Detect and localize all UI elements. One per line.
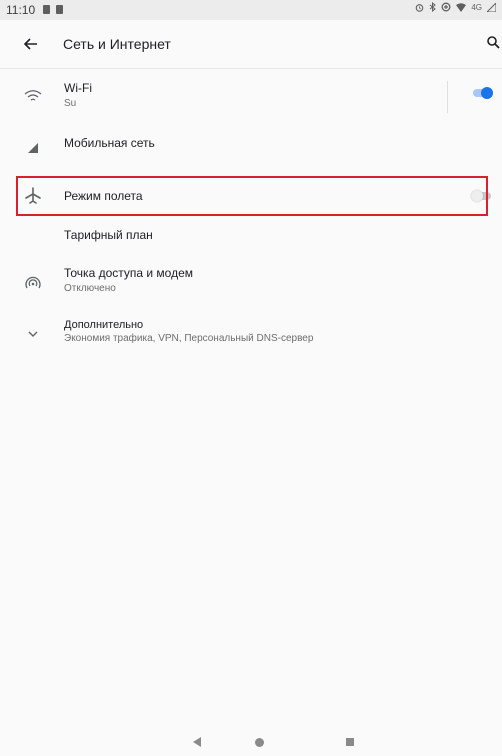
cell-signal-icon bbox=[487, 2, 496, 12]
cell-signal-icon bbox=[22, 136, 44, 158]
hotspot-status: Отключено bbox=[64, 283, 116, 294]
hotspot-title: Точка доступа и модем bbox=[64, 266, 194, 280]
wifi-network-name: Su bbox=[64, 98, 77, 109]
notification-icons bbox=[43, 5, 63, 14]
airplane-mode-title: Режим полета bbox=[64, 189, 143, 203]
app-bar: Сеть и Интернет bbox=[0, 20, 502, 68]
settings-screen: 11:10 4G Сеть и Интернет Wi-Fi Su Мобиль… bbox=[0, 0, 502, 756]
advanced-row[interactable]: Дополнительно Экономия трафика, VPN, Пер… bbox=[0, 312, 502, 356]
hotspot-icon bbox=[22, 273, 44, 295]
status-bar: 11:10 4G bbox=[0, 0, 502, 20]
network-type: 4G bbox=[471, 2, 482, 12]
tariff-plan-title: Тарифный план bbox=[64, 228, 153, 242]
status-icons: 4G bbox=[415, 2, 496, 12]
mobile-network-title: Мобильная сеть bbox=[64, 136, 155, 150]
search-icon[interactable] bbox=[486, 35, 500, 51]
back-arrow-icon[interactable] bbox=[20, 33, 42, 55]
airplane-toggle-thumb bbox=[471, 190, 483, 202]
advanced-title: Дополнительно bbox=[64, 319, 144, 331]
airplane-icon bbox=[22, 185, 44, 207]
airplane-mode-row[interactable]: Режим полета bbox=[0, 176, 502, 216]
airplane-mode-toggle[interactable] bbox=[471, 190, 491, 202]
notification-icon bbox=[43, 5, 50, 14]
wifi-divider bbox=[447, 81, 448, 113]
wifi-row[interactable]: Wi-Fi Su bbox=[0, 73, 502, 121]
wifi-title: Wi-Fi bbox=[64, 81, 92, 95]
alarm-icon bbox=[416, 3, 424, 12]
page-title: Сеть и Интернет bbox=[63, 36, 171, 52]
status-time: 11:10 bbox=[6, 3, 36, 17]
data-saver-icon bbox=[441, 2, 451, 12]
bluetooth-icon bbox=[430, 2, 437, 12]
advanced-summary: Экономия трафика, VPN, Персональный DNS-… bbox=[64, 333, 314, 344]
chevron-down-icon bbox=[22, 323, 44, 345]
mobile-network-row[interactable]: Мобильная сеть bbox=[0, 121, 502, 171]
navigation-bar bbox=[0, 728, 502, 756]
wifi-toggle-thumb bbox=[481, 87, 493, 99]
tariff-plan-row[interactable]: Тарифный план bbox=[0, 218, 502, 254]
notification-icon bbox=[56, 5, 63, 14]
app-bar-divider bbox=[0, 68, 502, 69]
wifi-toggle[interactable] bbox=[473, 87, 493, 99]
nav-home-icon[interactable] bbox=[255, 738, 264, 747]
wifi-icon bbox=[22, 86, 44, 108]
nav-recents-icon[interactable] bbox=[346, 738, 354, 746]
hotspot-row[interactable]: Точка доступа и модем Отключено bbox=[0, 258, 502, 306]
nav-back-icon[interactable] bbox=[193, 737, 201, 747]
wifi-signal-icon bbox=[456, 2, 467, 12]
